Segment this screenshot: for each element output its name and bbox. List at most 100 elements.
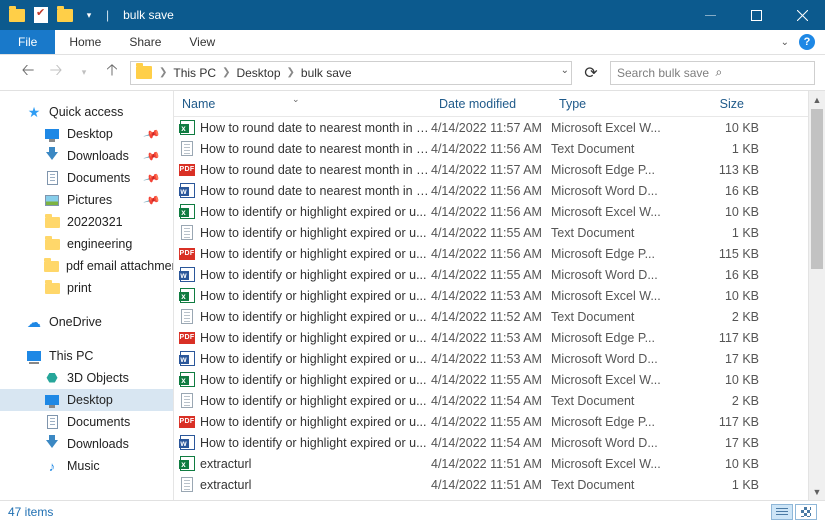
file-row[interactable]: How to identify or highlight expired or …: [174, 432, 825, 453]
sidebar-documents-pc[interactable]: Documents: [0, 411, 173, 433]
address-dropdown-icon[interactable]: ⌄: [561, 65, 569, 76]
sidebar-label: pdf email attachments: [66, 259, 173, 273]
scroll-thumb[interactable]: [811, 109, 823, 269]
sidebar-desktop[interactable]: Desktop📌: [0, 123, 173, 145]
file-size: 10 KB: [677, 121, 759, 135]
sidebar-label: engineering: [67, 237, 132, 251]
file-row[interactable]: How to identify or highlight expired or …: [174, 285, 825, 306]
ribbon-expand-icon[interactable]: ⌄: [781, 37, 789, 48]
sidebar-music[interactable]: ♪Music: [0, 455, 173, 477]
file-row[interactable]: How to round date to nearest month in E.…: [174, 180, 825, 201]
col-type[interactable]: Type: [551, 97, 677, 111]
sidebar-downloads-pc[interactable]: Downloads: [0, 433, 173, 455]
file-row[interactable]: How to round date to nearest month in E.…: [174, 138, 825, 159]
crumb-root[interactable]: This PC: [169, 66, 220, 80]
file-row[interactable]: PDFHow to identify or highlight expired …: [174, 411, 825, 432]
pdf-file-icon: PDF: [174, 332, 200, 344]
search-input[interactable]: Search bulk save ⌕: [610, 61, 815, 85]
qat-folder-icon[interactable]: [6, 4, 28, 26]
sidebar-desktop-pc[interactable]: Desktop: [0, 389, 173, 411]
sidebar-folder[interactable]: engineering: [0, 233, 173, 255]
sidebar-folder[interactable]: pdf email attachments: [0, 255, 173, 277]
refresh-button[interactable]: ⟳: [580, 62, 602, 84]
downloads-icon: [46, 440, 58, 448]
file-row[interactable]: PDFHow to identify or highlight expired …: [174, 327, 825, 348]
sidebar-documents[interactable]: Documents📌: [0, 167, 173, 189]
file-row[interactable]: PDFHow to identify or highlight expired …: [174, 243, 825, 264]
up-button[interactable]: 🡡: [102, 63, 122, 83]
vertical-scrollbar[interactable]: ▲ ▼: [808, 91, 825, 500]
pdf-file-icon: PDF: [174, 164, 200, 176]
tab-file[interactable]: File: [0, 30, 55, 54]
crumb-sep: ❯: [220, 67, 232, 78]
col-date[interactable]: Date modified: [431, 97, 551, 111]
sidebar-label: 3D Objects: [67, 371, 129, 385]
file-row[interactable]: extracturl4/14/2022 11:51 AMText Documen…: [174, 474, 825, 495]
sidebar-label: Desktop: [67, 393, 113, 407]
sidebar-downloads[interactable]: Downloads📌: [0, 145, 173, 167]
grid-icon: [801, 507, 811, 517]
tab-home[interactable]: Home: [55, 30, 115, 54]
folder-icon: [136, 66, 152, 79]
maximize-button[interactable]: [733, 0, 779, 30]
file-size: 10 KB: [677, 289, 759, 303]
file-date: 4/14/2022 11:54 AM: [431, 394, 551, 408]
file-row[interactable]: How to identify or highlight expired or …: [174, 390, 825, 411]
recent-dropdown[interactable]: ▾: [74, 63, 94, 83]
sidebar-3dobjects[interactable]: ⬣ 3D Objects: [0, 367, 173, 389]
file-row[interactable]: How to identify or highlight expired or …: [174, 369, 825, 390]
tab-view[interactable]: View: [175, 30, 229, 54]
docx-file-icon: [174, 435, 200, 450]
desktop-icon: [45, 129, 59, 139]
sidebar-pictures[interactable]: Pictures📌: [0, 189, 173, 211]
file-row[interactable]: extracturl4/14/2022 11:51 AMMicrosoft Ex…: [174, 453, 825, 474]
file-row[interactable]: How to identify or highlight expired or …: [174, 201, 825, 222]
minimize-button[interactable]: [687, 0, 733, 30]
xlsx-file-icon: [174, 120, 200, 135]
help-button[interactable]: ?: [799, 34, 815, 50]
pin-icon: 📌: [143, 125, 161, 143]
file-row[interactable]: How to identify or highlight expired or …: [174, 222, 825, 243]
file-row[interactable]: PDFHow to round date to nearest month in…: [174, 159, 825, 180]
file-type: Microsoft Excel W...: [551, 205, 677, 219]
search-icon[interactable]: ⌕: [710, 65, 815, 80]
file-type: Microsoft Excel W...: [551, 289, 677, 303]
back-button[interactable]: 🡠: [18, 63, 38, 83]
sidebar-onedrive[interactable]: ☁OneDrive: [0, 311, 173, 333]
sidebar-label: OneDrive: [49, 315, 102, 329]
file-type: Microsoft Edge P...: [551, 163, 677, 177]
view-large-button[interactable]: [795, 504, 817, 520]
sidebar-thispc[interactable]: This PC: [0, 345, 173, 367]
sidebar-folder[interactable]: 20220321: [0, 211, 173, 233]
file-name: How to identify or highlight expired or …: [200, 268, 431, 282]
col-name[interactable]: Name⌄: [174, 97, 431, 111]
crumb-desktop[interactable]: Desktop: [232, 66, 284, 80]
sidebar-folder[interactable]: print: [0, 277, 173, 299]
qat-dropdown[interactable]: ▾: [78, 4, 100, 26]
file-row[interactable]: How to identify or highlight expired or …: [174, 306, 825, 327]
address-bar[interactable]: ❯ This PC ❯ Desktop ❯ bulk save ⌄: [130, 61, 572, 85]
scroll-down-icon[interactable]: ▼: [809, 483, 825, 500]
sidebar-quick-access[interactable]: ★Quick access: [0, 101, 173, 123]
file-size: 115 KB: [677, 247, 759, 261]
window-title: bulk save: [115, 8, 687, 22]
qat-new-folder[interactable]: [54, 4, 76, 26]
tab-share[interactable]: Share: [115, 30, 175, 54]
file-row[interactable]: How to identify or highlight expired or …: [174, 264, 825, 285]
scroll-up-icon[interactable]: ▲: [809, 91, 825, 108]
crumb-current[interactable]: bulk save: [297, 66, 356, 80]
file-row[interactable]: How to identify or highlight expired or …: [174, 348, 825, 369]
file-date: 4/14/2022 11:54 AM: [431, 436, 551, 450]
sidebar-label: This PC: [49, 349, 93, 363]
col-size[interactable]: Size: [677, 97, 762, 111]
item-count: 47 items: [8, 505, 53, 519]
close-button[interactable]: [779, 0, 825, 30]
file-type: Microsoft Word D...: [551, 352, 677, 366]
file-row[interactable]: How to round date to nearest month in E.…: [174, 117, 825, 138]
file-size: 10 KB: [677, 373, 759, 387]
forward-button[interactable]: 🡢: [46, 63, 66, 83]
qat-properties[interactable]: [30, 4, 52, 26]
view-details-button[interactable]: [771, 504, 793, 520]
cube-icon: ⬣: [44, 370, 60, 386]
file-name: How to identify or highlight expired or …: [200, 310, 431, 324]
